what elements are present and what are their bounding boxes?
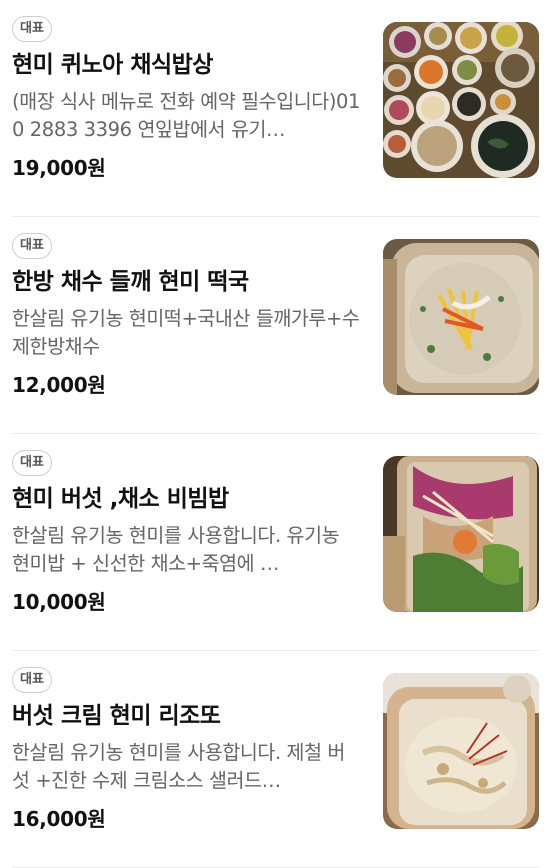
menu-item-name: 현미 퀴노아 채식밥상 — [12, 52, 213, 78]
menu-item-risotto[interactable]: 대표 버섯 크림 현미 리조또 한살림 유기농 현미를 사용합니다. 제철 버섯… — [12, 651, 539, 868]
signature-badge: 대표 — [12, 667, 52, 693]
food-photo-icon — [383, 239, 539, 395]
menu-item-price: 19,000원 — [12, 156, 106, 180]
menu-item-price: 12,000원 — [12, 373, 106, 397]
menu-item-photo[interactable] — [383, 239, 539, 395]
menu-item-photo[interactable] — [383, 673, 539, 829]
menu-item-quinoa-table[interactable]: 대표 현미 퀴노아 채식밥상 (매장 식사 메뉴로 전화 예약 필수입니다)01… — [12, 0, 539, 217]
food-photo-icon — [383, 456, 539, 612]
signature-badge: 대표 — [12, 233, 52, 259]
menu-item-description: 한살림 유기농 현미떡+국내산 들깨가루+수제한방채수 — [12, 307, 360, 358]
menu-item-name: 한방 채수 들깨 현미 떡국 — [12, 269, 249, 295]
signature-badge: 대표 — [12, 450, 52, 476]
food-photo-icon — [383, 673, 539, 829]
menu-item-price: 10,000원 — [12, 590, 106, 614]
menu-item-description: (매장 식사 메뉴로 전화 예약 필수입니다)010 2883 3396 연잎밥… — [12, 90, 361, 141]
menu-item-bibimbap[interactable]: 대표 현미 버섯 ,채소 비빔밥 한살림 유기농 현미를 사용합니다. 유기농 … — [12, 434, 539, 651]
menu-item-description: 한살림 유기농 현미를 사용합니다. 제철 버섯 +진한 수제 크림소스 샐러드… — [12, 741, 345, 792]
menu-item-tteokguk[interactable]: 대표 한방 채수 들깨 현미 떡국 한살림 유기농 현미떡+국내산 들깨가루+수… — [12, 217, 539, 434]
menu-list: 대표 현미 퀴노아 채식밥상 (매장 식사 메뉴로 전화 예약 필수입니다)01… — [0, 0, 549, 868]
menu-item-name: 현미 버섯 ,채소 비빔밥 — [12, 486, 229, 512]
menu-item-name: 버섯 크림 현미 리조또 — [12, 703, 221, 729]
signature-badge: 대표 — [12, 16, 52, 42]
menu-item-price: 16,000원 — [12, 807, 106, 831]
menu-item-photo[interactable] — [383, 22, 539, 178]
menu-item-description: 한살림 유기농 현미를 사용합니다. 유기농 현미밥 + 신선한 채소+죽염에 … — [12, 524, 340, 575]
menu-item-photo[interactable] — [383, 456, 539, 612]
food-photo-icon — [383, 22, 539, 178]
